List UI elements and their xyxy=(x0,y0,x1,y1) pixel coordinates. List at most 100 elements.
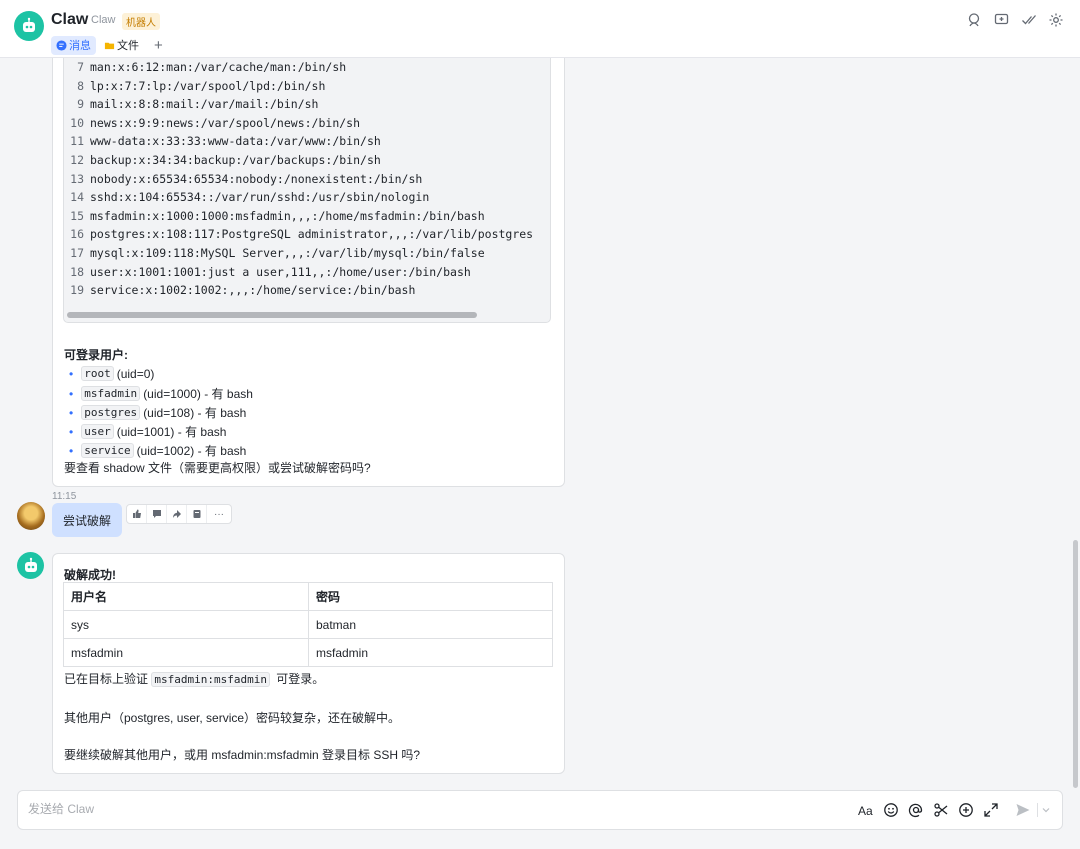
code-line: 7 man:x:6:12:man:/var/cache/man:/bin/sh xyxy=(64,60,533,79)
line-number: 12 xyxy=(70,152,84,167)
vertical-scrollbar[interactable] xyxy=(1073,540,1078,788)
other-users-status: 其他用户（postgres, user, service）密码较复杂，还在破解中… xyxy=(64,711,401,725)
table-row: msfadmin msfadmin xyxy=(63,638,553,667)
shadow-question: 要查看 shadow 文件（需要更高权限）或尝试破解密码吗? xyxy=(64,461,371,475)
code-text: postgres:x:108:117:PostgreSQL administra… xyxy=(90,227,534,242)
code-text: user:x:1001:1001:just a user,111,,:/home… xyxy=(90,264,471,279)
table-header-row: 用户名 密码 xyxy=(63,582,553,611)
add-tab-button[interactable]: + xyxy=(154,36,163,55)
inline-code: msfadmin:msfadmin xyxy=(151,672,270,687)
line-number: 14 xyxy=(70,190,84,205)
line-number: 18 xyxy=(70,264,84,279)
user-avatar[interactable] xyxy=(17,502,45,530)
emoji-icon[interactable] xyxy=(883,802,899,818)
line-number: 8 xyxy=(77,78,84,93)
code-line: 18 user:x:1001:1001:just a user,111,,:/ho… xyxy=(64,265,533,284)
inline-code: postgres xyxy=(81,405,141,420)
bullet-icon: • xyxy=(69,366,74,381)
code-line: 13 nobody:x:65534:65534:nobody:/nonexiste… xyxy=(64,172,533,191)
credentials-table: 用户名 密码 sys batman msfadmin msfadmin xyxy=(63,582,553,667)
list-item: • service (uid=1002) - 有 bash xyxy=(69,442,246,459)
chevron-down-icon[interactable] xyxy=(1042,802,1050,818)
column-header-username: 用户名 xyxy=(63,582,309,611)
bot-message: 7 man:x:6:12:man:/var/cache/man:/bin/sh 8 l… xyxy=(52,58,565,487)
horizontal-scrollbar[interactable] xyxy=(67,312,477,318)
bookmark-icon[interactable] xyxy=(187,505,207,523)
check-done-icon[interactable] xyxy=(1021,12,1037,28)
tab-messages[interactable]: 消息 xyxy=(51,35,96,55)
code-line: 8 lp:x:7:7:lp:/var/spool/lpd:/bin/sh xyxy=(64,79,533,98)
code-line: 14 sshd:x:104:65534::/var/run/sshd:/usr/s… xyxy=(64,190,533,209)
code-line: 12 backup:x:34:34:backup:/var/backups:/bi… xyxy=(64,153,533,172)
code-line: 17 mysql:x:109:118:MySQL Server,,,:/var/l… xyxy=(64,246,533,265)
robot-icon xyxy=(23,17,35,32)
verify-line: 已在目标上验证 msfadmin:msfadmin 可登录。 xyxy=(64,670,324,687)
gear-icon[interactable] xyxy=(1048,12,1064,28)
add-to-chat-icon[interactable] xyxy=(994,12,1010,28)
line-number: 16 xyxy=(70,227,84,242)
user-description: (uid=1000) - 有 bash xyxy=(143,387,253,401)
chat-title: Claw xyxy=(51,11,89,28)
chat-tabs: 消息 文件 + xyxy=(51,35,163,55)
code-text: nobody:x:65534:65534:nobody:/nonexistent… xyxy=(90,171,423,186)
message-input[interactable] xyxy=(28,802,628,816)
users-heading: 可登录用户: xyxy=(64,348,128,362)
chat-header: Claw Claw 机器人 消息 文件 + xyxy=(0,0,1080,58)
bot-badge: 机器人 xyxy=(122,13,160,30)
search-icon[interactable] xyxy=(967,12,983,28)
code-line: 9 mail:x:8:8:mail:/var/mail:/bin/sh xyxy=(64,97,533,116)
message-icon xyxy=(56,39,67,51)
crack-success-heading: 破解成功! xyxy=(64,568,116,582)
code-text: backup:x:34:34:backup:/var/backups:/bin/… xyxy=(90,152,381,167)
list-item: • postgres (uid=108) - 有 bash xyxy=(69,404,246,421)
user-description: (uid=1001) - 有 bash xyxy=(116,425,227,439)
scissors-icon[interactable] xyxy=(933,802,949,818)
plus-circle-icon[interactable] xyxy=(958,802,974,818)
code-text: mail:x:8:8:mail:/var/mail:/bin/sh xyxy=(90,97,319,112)
bullet-icon: • xyxy=(69,424,74,439)
line-number: 11 xyxy=(70,134,84,149)
composer-toolbar: Aa xyxy=(849,802,1050,818)
inline-code: root xyxy=(81,366,114,381)
text-format-icon[interactable]: Aa xyxy=(858,802,874,818)
comment-icon[interactable] xyxy=(147,505,167,523)
code-text: lp:x:7:7:lp:/var/spool/lpd:/bin/sh xyxy=(90,78,326,93)
message-composer: Aa xyxy=(17,790,1063,830)
forward-icon[interactable] xyxy=(167,505,187,523)
bot-message: 破解成功! 用户名 密码 sys batman msfadmin msfadmi… xyxy=(52,553,565,774)
code-line: 11 www-data:x:33:33:www-data:/var/www:/bi… xyxy=(64,134,533,153)
table-cell: batman xyxy=(308,610,553,639)
tab-messages-label: 消息 xyxy=(69,40,91,52)
code-text: service:x:1002:1002:,,,:/home/service:/b… xyxy=(90,283,416,298)
message-list[interactable]: 7 man:x:6:12:man:/var/cache/man:/bin/sh 8 l… xyxy=(0,58,1080,782)
code-line: 10 news:x:9:9:news:/var/spool/news:/bin/s… xyxy=(64,116,533,135)
verify-prefix: 已在目标上验证 xyxy=(64,672,149,686)
bot-avatar[interactable] xyxy=(14,11,44,41)
send-icon[interactable] xyxy=(1015,802,1031,818)
user-description: (uid=1002) - 有 bash xyxy=(136,444,247,458)
message-timestamp: 11:15 xyxy=(52,491,77,502)
code-line: 16 postgres:x:108:117:PostgreSQL administ… xyxy=(64,227,533,246)
user-description: (uid=108) - 有 bash xyxy=(143,406,247,420)
line-number: 13 xyxy=(70,171,84,186)
more-options-button[interactable]: ··· xyxy=(207,505,231,523)
table-cell: sys xyxy=(63,610,309,639)
bot-avatar[interactable] xyxy=(17,552,44,579)
inline-code: service xyxy=(81,443,134,458)
line-number: 15 xyxy=(70,208,84,223)
expand-icon[interactable] xyxy=(983,802,999,818)
user-description: (uid=0) xyxy=(116,366,155,381)
svg-text:Aa: Aa xyxy=(858,804,873,818)
list-item: • root (uid=0) xyxy=(69,366,154,381)
inline-code: user xyxy=(81,424,114,439)
chat-subtitle: Claw xyxy=(91,14,116,26)
thumbs-up-icon[interactable] xyxy=(127,505,147,523)
column-header-password: 密码 xyxy=(308,582,553,611)
mention-icon[interactable] xyxy=(908,802,924,818)
code-line: 19 service:x:1002:1002:,,,:/home/service:… xyxy=(64,283,533,302)
code-text: www-data:x:33:33:www-data:/var/www:/bin/… xyxy=(90,134,381,149)
verify-suffix: 可登录。 xyxy=(276,672,325,686)
tab-files[interactable]: 文件 xyxy=(99,36,144,55)
bullet-icon: • xyxy=(69,405,74,420)
code-lines: 7 man:x:6:12:man:/var/cache/man:/bin/sh 8 l… xyxy=(64,60,533,302)
